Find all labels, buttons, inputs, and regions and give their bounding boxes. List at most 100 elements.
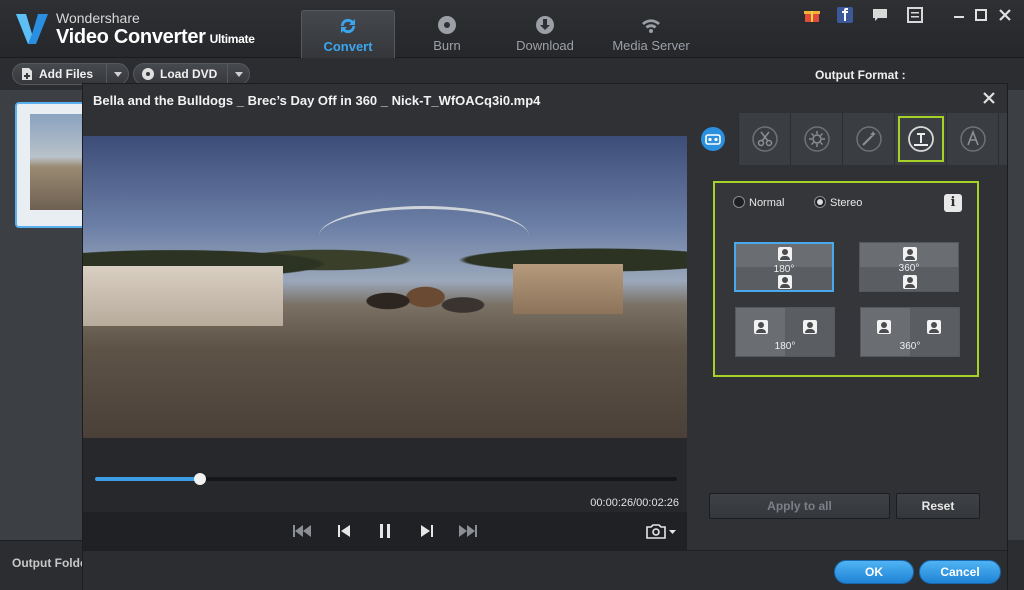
cancel-button[interactable]: Cancel <box>919 560 1001 584</box>
brand-edition: Ultimate <box>209 32 255 46</box>
mode-label: 180° <box>773 264 795 275</box>
add-files-label: Add Files <box>39 67 94 81</box>
magic-wand-icon <box>856 126 882 152</box>
vr-mode-panel: Normal Stereo i 180° 360° 180° 360° <box>713 181 979 377</box>
tab-media-server-label: Media Server <box>612 38 690 53</box>
normal-radio-label: Normal <box>749 197 785 209</box>
person-icon <box>903 247 917 261</box>
info-button[interactable]: i <box>944 194 962 212</box>
close-window-icon[interactable] <box>996 7 1014 23</box>
output-folder-bar: Output Folder <box>0 540 91 590</box>
load-dvd-dropdown[interactable] <box>227 64 249 84</box>
normal-radio-dot <box>733 196 745 208</box>
mode-180-top-bottom[interactable]: 180° <box>734 242 834 292</box>
person-icon <box>803 320 817 334</box>
tab-subtitle[interactable] <box>947 113 999 165</box>
skip-to-end-icon[interactable] <box>458 521 480 541</box>
stereo-radio-dot <box>814 196 826 208</box>
scissors-icon <box>752 126 778 152</box>
tab-download-label: Download <box>516 38 574 53</box>
tab-enhance[interactable] <box>843 113 895 165</box>
snapshot-camera-icon[interactable] <box>644 521 678 541</box>
output-format-label: Output Format : <box>815 68 906 82</box>
mode-label: 360° <box>898 263 920 274</box>
brand-company: Wondershare <box>56 10 140 26</box>
text-icon <box>960 126 986 152</box>
person-icon <box>754 320 768 334</box>
maximize-icon[interactable] <box>972 7 990 23</box>
tab-burn[interactable]: Burn <box>400 10 494 58</box>
preview-shed <box>513 264 623 314</box>
dvd-icon <box>142 68 154 80</box>
next-frame-icon[interactable] <box>416 521 438 541</box>
tab-media-server[interactable]: Media Server <box>604 10 698 58</box>
preview-building <box>83 266 283 326</box>
mode-360-left-right[interactable]: 360° <box>860 307 960 357</box>
person-icon <box>927 320 941 334</box>
mode-label: 360° <box>899 341 921 352</box>
person-icon <box>877 320 891 334</box>
refresh-icon <box>340 18 356 34</box>
person-icon <box>903 275 917 289</box>
reset-button[interactable]: Reset <box>896 493 980 519</box>
facebook-icon[interactable] <box>836 7 854 23</box>
title-bar: Wondershare Video Converter Ultimate Conv… <box>0 0 1024 58</box>
file-thumbnail[interactable] <box>15 102 85 228</box>
normal-radio[interactable]: Normal <box>733 196 784 209</box>
disc-icon <box>438 16 456 34</box>
seek-bar[interactable] <box>95 473 677 485</box>
seek-progress <box>95 477 200 481</box>
video-edit-dialog: Bella and the Bulldogs _ Brec’s Day Off … <box>82 83 1008 590</box>
dialog-title: Bella and the Bulldogs _ Brec’s Day Off … <box>93 93 541 108</box>
brand-product: Video Converter Ultimate <box>56 26 255 48</box>
dialog-close-icon[interactable] <box>981 90 997 106</box>
mode-180-left-right[interactable]: 180° <box>735 307 835 357</box>
add-files-dropdown[interactable] <box>106 64 128 84</box>
tab-effect[interactable] <box>791 113 843 165</box>
tab-download[interactable]: Download <box>498 10 592 58</box>
minimize-icon[interactable] <box>950 7 968 23</box>
stereo-radio[interactable]: Stereo <box>814 196 862 209</box>
time-display: 00:00:26/00:02:26 <box>590 497 679 509</box>
download-icon <box>536 16 554 34</box>
edit-tool-tabs <box>687 113 1007 165</box>
mode-360-top-bottom[interactable]: 360° <box>859 242 959 292</box>
watermark-icon <box>908 126 934 152</box>
feedback-icon[interactable] <box>871 7 889 23</box>
tab-convert-label: Convert <box>323 39 373 54</box>
preview-people <box>343 261 493 341</box>
menu-list-icon[interactable] <box>906 7 924 23</box>
add-file-icon <box>22 68 32 80</box>
person-icon <box>778 247 792 261</box>
tab-convert[interactable]: Convert <box>301 10 395 58</box>
gift-icon[interactable] <box>803 7 821 23</box>
vr-360-icon <box>701 127 725 151</box>
stereo-radio-label: Stereo <box>830 197 863 209</box>
app-logo-icon <box>16 14 48 44</box>
seek-area: 00:00:26/00:02:26 <box>83 438 687 512</box>
add-files-button[interactable]: Add Files <box>12 63 129 85</box>
player-controls <box>83 512 687 550</box>
preview-canopy <box>319 206 529 266</box>
load-dvd-button[interactable]: Load DVD <box>133 63 250 85</box>
video-preview[interactable] <box>83 136 687 438</box>
load-dvd-label: Load DVD <box>160 67 218 81</box>
wifi-icon <box>642 19 660 33</box>
pause-icon[interactable] <box>374 521 396 541</box>
seek-handle[interactable] <box>193 473 206 485</box>
person-icon <box>778 275 792 289</box>
mode-label: 180° <box>774 341 796 352</box>
dialog-footer: OK Cancel <box>83 550 1007 590</box>
apply-to-all-button[interactable]: Apply to all <box>709 493 890 519</box>
tab-vr-360[interactable] <box>687 113 739 165</box>
thumbnail-image <box>30 114 82 210</box>
brightness-icon <box>804 126 830 152</box>
tab-burn-label: Burn <box>433 38 461 53</box>
previous-frame-icon[interactable] <box>333 521 355 541</box>
tab-trim[interactable] <box>739 113 791 165</box>
right-scroll-panel <box>1008 90 1024 540</box>
ok-button[interactable]: OK <box>834 560 914 584</box>
tab-watermark[interactable] <box>895 113 947 165</box>
skip-to-start-icon[interactable] <box>290 521 312 541</box>
output-folder-label: Output Folder <box>12 556 92 570</box>
